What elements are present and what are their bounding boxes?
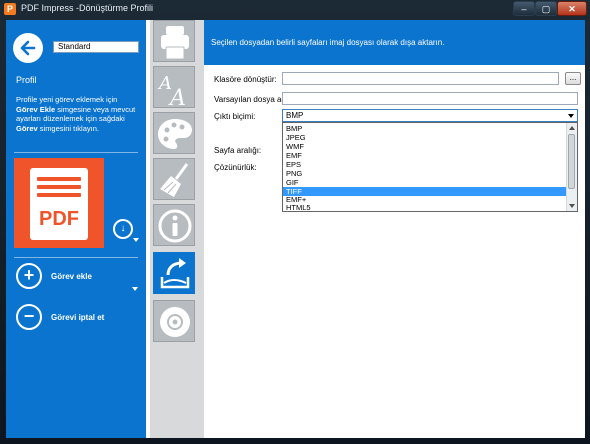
format-option[interactable]: WMF [283, 142, 567, 151]
pdf-badge-text: PDF [39, 208, 79, 230]
back-arrow-icon [20, 40, 36, 56]
sidebar-divider [14, 257, 138, 258]
resolution-label: Çözünürlük: [214, 163, 257, 172]
window-client-area: Standard Profil Profile yeni görev eklem… [6, 20, 585, 438]
browse-button[interactable]: ... [565, 72, 581, 85]
chevron-down-icon [568, 114, 574, 118]
minus-icon: − [23, 306, 35, 326]
tool-disc[interactable] [153, 300, 195, 342]
tool-print[interactable] [153, 20, 195, 62]
add-task-dropdown-icon[interactable] [132, 287, 138, 291]
minimize-button[interactable]: ‒ [513, 1, 535, 16]
output-format-tile[interactable]: PDF [14, 158, 104, 248]
desc-line: simgesini tıklayın. [37, 123, 99, 133]
tool-info[interactable] [153, 204, 195, 246]
panel-header: Seçilen dosyadan belirli sayfaları imaj … [204, 20, 585, 65]
fonts-icon: A A [157, 73, 186, 109]
settings-panel: Seçilen dosyadan belirli sayfaları imaj … [204, 20, 585, 438]
window-title: PDF Impress -Dönüştürme Profili [21, 3, 154, 13]
palette-icon [158, 119, 192, 149]
tool-export-image[interactable] [153, 252, 195, 294]
doc-line [37, 177, 81, 181]
plus-icon: + [23, 265, 35, 285]
title-bar[interactable]: P PDF Impress -Dönüştürme Profili ‒ ▢ ✕ [0, 0, 590, 18]
format-selected-value: BMP [286, 111, 304, 120]
format-dropdown-list[interactable]: BMP JPEG WMF EMF EPS PNG GIF TIFF EMF+ H… [282, 122, 578, 212]
filename-input[interactable] [282, 92, 578, 105]
profile-section-title: Profil [16, 75, 37, 85]
task-toolbar: A A [150, 20, 204, 438]
disc-icon [160, 307, 190, 337]
format-label: Çıktı biçimi: [214, 112, 256, 121]
tool-colors[interactable] [153, 112, 195, 154]
arrow-down-icon: ↓ [120, 223, 126, 234]
doc-line [37, 185, 81, 189]
desc-line: Profile yeni görev eklemek için [16, 95, 118, 104]
printer-icon [161, 26, 189, 60]
tool-cleanup[interactable] [153, 158, 195, 200]
desc-bold-task: Görev [16, 123, 38, 133]
format-option[interactable]: EPS [283, 160, 567, 169]
svg-text:A: A [168, 86, 186, 109]
add-task-button[interactable]: + [16, 263, 42, 289]
add-task-label[interactable]: Görev ekle [51, 272, 92, 281]
format-select[interactable]: BMP [282, 109, 578, 122]
app-logo-icon: P [4, 3, 16, 15]
remove-task-button[interactable]: − [16, 304, 42, 330]
profile-name-field[interactable]: Standard [53, 41, 139, 53]
format-option[interactable]: HTML5 [283, 203, 567, 212]
tool-fonts[interactable]: A A [153, 66, 195, 109]
format-option[interactable]: EMF [283, 151, 567, 160]
format-option[interactable]: GIF [283, 178, 567, 187]
format-option[interactable]: PNG [283, 169, 567, 178]
close-icon: ✕ [568, 4, 576, 14]
app-window: P PDF Impress -Dönüştürme Profili ‒ ▢ ✕ … [0, 0, 590, 444]
close-button[interactable]: ✕ [557, 1, 587, 16]
remove-task-label[interactable]: Görevi iptal et [51, 313, 104, 322]
pdf-document-icon: PDF [30, 168, 88, 240]
scroll-thumb[interactable] [568, 134, 575, 189]
maximize-button[interactable]: ▢ [535, 1, 557, 16]
format-option[interactable]: BMP [283, 124, 567, 133]
profile-sidebar: Standard Profil Profile yeni görev eklem… [6, 20, 146, 438]
desc-line: simgesine veya mevcut [55, 104, 136, 114]
scroll-down-icon[interactable] [569, 204, 575, 208]
profile-description: Profile yeni görev eklemek için Görev Ek… [16, 95, 142, 133]
folder-label: Klasöre dönüştür: [214, 75, 277, 84]
folder-input[interactable] [282, 72, 559, 85]
filename-label: Varsayılan dosya adı: [214, 95, 291, 104]
desc-line: ayarları düzenlemek için sağdaki [16, 114, 125, 123]
panel-header-text: Seçilen dosyadan belirli sayfaları imaj … [211, 38, 445, 47]
maximize-icon: ▢ [541, 4, 551, 14]
scroll-up-icon[interactable] [569, 126, 575, 130]
doc-line [37, 193, 81, 197]
page-range-label: Sayfa aralığı: [214, 146, 262, 155]
broom-icon [160, 163, 189, 197]
format-option[interactable]: JPEG [283, 133, 567, 142]
download-button[interactable]: ↓ [113, 219, 133, 239]
info-icon [158, 209, 192, 243]
sidebar-divider [14, 152, 138, 153]
download-dropdown-icon[interactable] [133, 238, 139, 242]
desc-bold-add-task: Görev Ekle [16, 104, 56, 114]
back-button[interactable] [13, 33, 43, 63]
dropdown-scrollbar[interactable] [566, 123, 577, 211]
minimize-icon: ‒ [521, 4, 527, 14]
export-image-icon [160, 258, 190, 289]
